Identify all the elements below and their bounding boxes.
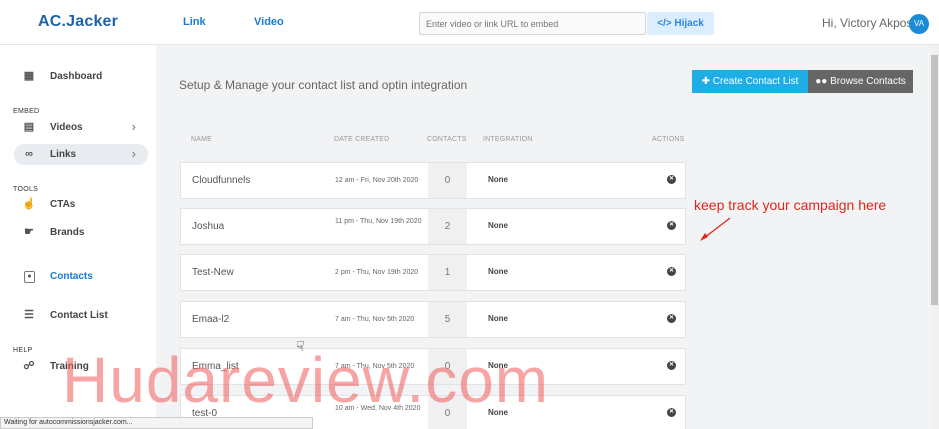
delete-icon[interactable]: ✕ <box>667 221 676 230</box>
hijack-button[interactable]: </> Hijack <box>647 12 714 35</box>
row-date: 11 pm - Thu, Nov 19th 2020 <box>335 218 422 225</box>
row-date: 2 pm - Thu, Nov 19th 2020 <box>335 269 419 276</box>
watermark: Hudareview.com <box>62 344 550 416</box>
row-name: Joshua <box>192 221 225 232</box>
sidebar-item-dashboard[interactable]: ▦ Dashboard <box>14 66 148 87</box>
link-icon: ∞ <box>25 148 33 160</box>
browser-status-bar: Waiting for autocommissionsjacker.com... <box>0 417 313 429</box>
row-integration: None <box>488 314 508 323</box>
users-icon: ●● <box>815 76 828 87</box>
plus-icon: ✚ <box>701 76 710 87</box>
tag-icon: ☛ <box>24 226 34 238</box>
embed-url-input[interactable] <box>419 12 646 35</box>
sidebar-item-label: Contacts <box>50 271 93 282</box>
annotation-arrow-icon <box>700 217 731 241</box>
row-name: Test-New <box>192 267 234 278</box>
sidebar-item-label: Dashboard <box>50 71 103 82</box>
column-header-actions: ACTIONS <box>652 136 685 143</box>
video-icon: ▤ <box>23 121 35 133</box>
dashboard-icon: ▦ <box>23 70 35 82</box>
row-integration: None <box>488 175 508 184</box>
row-integration: None <box>488 221 508 230</box>
section-help: HELP <box>13 347 33 354</box>
user-greeting: Hi, Victory Akpos <box>822 16 913 30</box>
delete-icon[interactable]: ✕ <box>667 408 676 417</box>
sidebar-item-label: Videos <box>50 122 83 133</box>
row-contacts-count: 2 <box>428 209 467 244</box>
table-row[interactable]: Joshua 11 pm - Thu, Nov 19th 2020 2 None… <box>180 208 686 245</box>
create-contact-list-button[interactable]: ✚ Create Contact List <box>692 70 808 93</box>
browse-contacts-button[interactable]: ●● Browse Contacts <box>808 70 913 93</box>
section-tools: TOOLS <box>13 186 39 193</box>
sidebar-item-videos[interactable]: ▤ Videos › <box>14 117 148 138</box>
table-row[interactable]: Cloudfunnels 12 am - Fri, Nov 20th 2020 … <box>180 162 686 199</box>
sidebar-item-label: CTAs <box>50 199 76 210</box>
table-row[interactable]: Emaa-l2 7 am - Thu, Nov 5th 2020 5 None … <box>180 301 686 338</box>
sidebar-item-label: Brands <box>50 227 85 238</box>
row-name: Cloudfunnels <box>192 175 251 186</box>
contact-card-icon: ● <box>24 271 35 283</box>
delete-icon[interactable]: ✕ <box>667 314 676 323</box>
row-contacts-count: 5 <box>428 302 467 337</box>
sidebar-item-links[interactable]: ∞ Links › <box>14 144 148 165</box>
delete-icon[interactable]: ✕ <box>667 267 676 276</box>
sidebar-item-contact-list[interactable]: ☰ Contact List <box>14 305 148 326</box>
top-bar: AC.Jacker Link Video </> Hijack Hi, Vict… <box>0 0 939 45</box>
nav-link[interactable]: Link <box>183 16 206 28</box>
table-row[interactable]: Test-New 2 pm - Thu, Nov 19th 2020 1 Non… <box>180 254 686 291</box>
delete-icon[interactable]: ✕ <box>667 175 676 184</box>
section-embed: EMBED <box>13 108 40 115</box>
row-integration: None <box>488 267 508 276</box>
cta-icon: ☝ <box>22 198 36 210</box>
chevron-right-icon: › <box>131 146 136 161</box>
column-header-date: DATE CREATED <box>334 136 390 143</box>
delete-icon[interactable]: ✕ <box>667 361 676 370</box>
row-date: 7 am - Thu, Nov 5th 2020 <box>335 316 415 323</box>
column-header-name: NAME <box>191 136 213 143</box>
sidebar-item-label: Contact List <box>50 310 108 321</box>
avatar[interactable]: VA <box>909 14 929 34</box>
button-label: Browse Contacts <box>830 76 906 87</box>
chevron-right-icon: › <box>131 119 136 134</box>
column-header-integration: INTEGRATION <box>483 136 533 143</box>
column-header-contacts: CONTACTS <box>427 136 467 143</box>
list-icon: ☰ <box>24 309 34 321</box>
sidebar-item-contacts[interactable]: ● Contacts <box>14 266 148 287</box>
scrollbar[interactable] <box>930 45 939 429</box>
sidebar-item-brands[interactable]: ☛ Brands <box>14 222 148 243</box>
page-title: Setup & Manage your contact list and opt… <box>179 78 468 92</box>
row-date: 12 am - Fri, Nov 20th 2020 <box>335 177 419 184</box>
hand-cursor-icon: ☟ <box>296 338 305 354</box>
row-contacts-count: 0 <box>428 163 467 198</box>
app-logo[interactable]: AC.Jacker <box>38 13 118 31</box>
scrollbar-thumb[interactable] <box>931 55 938 305</box>
annotation-text: keep track your campaign here <box>694 197 887 213</box>
sidebar-item-label: Links <box>50 149 77 160</box>
button-label: Create Contact List <box>712 76 799 87</box>
training-icon: ☍ <box>23 360 35 372</box>
nav-video[interactable]: Video <box>254 16 284 28</box>
sidebar-item-ctas[interactable]: ☝ CTAs <box>14 194 148 215</box>
row-name: Emaa-l2 <box>192 314 230 325</box>
row-contacts-count: 1 <box>428 255 467 290</box>
